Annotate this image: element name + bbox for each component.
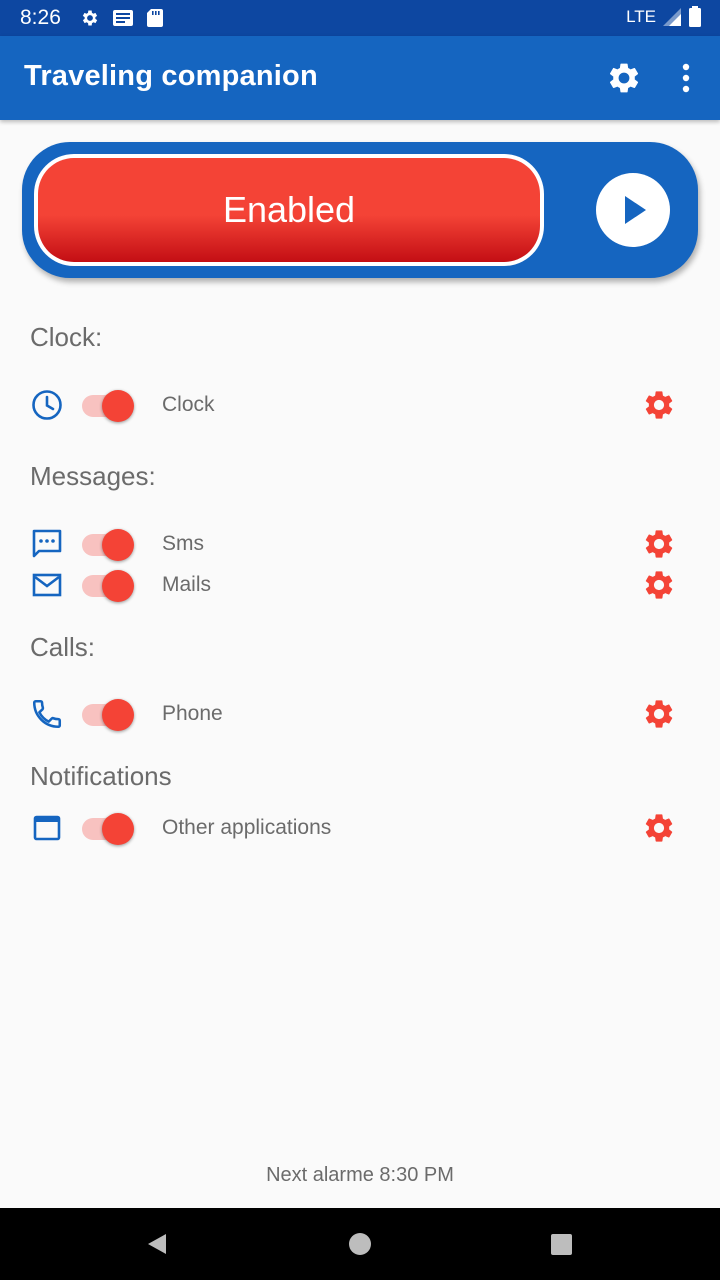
sms-settings-icon[interactable] <box>642 527 676 561</box>
play-icon <box>625 196 646 224</box>
enable-button[interactable]: Enabled <box>34 154 544 266</box>
phone-settings-icon[interactable] <box>642 697 676 731</box>
signal-icon <box>663 8 681 26</box>
app-bar: Traveling companion <box>0 36 720 120</box>
clock-icon <box>32 390 62 420</box>
toggle-phone[interactable] <box>82 698 134 731</box>
section-title-clock: Clock: <box>30 322 103 352</box>
sd-card-icon <box>147 9 163 27</box>
status-bar: 8:26 LTE <box>0 0 720 36</box>
list-item-phone: Phone <box>0 689 720 737</box>
section-title-messages: Messages: <box>30 461 156 491</box>
item-label-mails: Mails <box>162 573 212 596</box>
app-title: Traveling companion <box>24 60 318 92</box>
list-item-other-applications: Other applications <box>0 803 720 851</box>
battery-icon <box>689 6 701 27</box>
clock-settings-icon[interactable] <box>642 388 676 422</box>
enable-button-label: Enabled <box>38 158 540 262</box>
news-icon <box>113 10 133 26</box>
toggle-mails[interactable] <box>82 569 134 602</box>
mail-icon <box>32 573 62 597</box>
item-label-sms: Sms <box>162 532 204 555</box>
item-label-clock: Clock <box>162 393 215 416</box>
play-button[interactable] <box>596 173 670 247</box>
item-label-phone: Phone <box>162 702 223 725</box>
window-icon <box>33 815 61 841</box>
toggle-other-applications[interactable] <box>82 812 134 845</box>
toggle-clock[interactable] <box>82 389 134 422</box>
other-applications-settings-icon[interactable] <box>642 811 676 845</box>
section-title-calls: Calls: <box>30 632 96 662</box>
section-title-notifications: Notifications <box>30 761 172 791</box>
recents-icon[interactable] <box>547 1230 575 1258</box>
next-alarm-text: Next alarme 8:30 PM <box>266 1164 454 1186</box>
back-icon[interactable] <box>144 1230 172 1258</box>
status-time: 8:26 <box>20 6 61 29</box>
network-type: LTE <box>626 7 656 26</box>
home-icon[interactable] <box>346 1230 374 1258</box>
enable-panel: Enabled <box>22 142 698 278</box>
more-vert-icon[interactable] <box>668 58 704 98</box>
toggle-sms[interactable] <box>82 528 134 561</box>
sms-icon <box>32 529 62 558</box>
item-label-other-applications: Other applications <box>162 816 332 839</box>
phone-icon <box>32 699 62 729</box>
gear-icon <box>82 10 98 26</box>
settings-icon[interactable] <box>606 60 642 96</box>
list-item-clock: Clock <box>0 380 720 428</box>
list-item-mails: Mails <box>0 560 720 608</box>
mails-settings-icon[interactable] <box>642 568 676 602</box>
navigation-bar <box>0 1208 720 1280</box>
